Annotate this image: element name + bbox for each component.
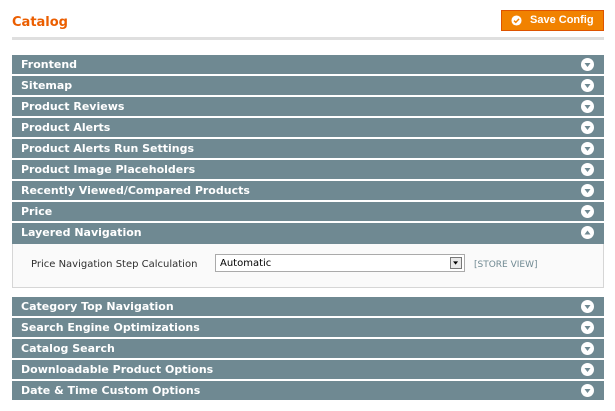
expand-down-icon [581, 184, 594, 197]
section-label: Downloadable Product Options [21, 363, 214, 376]
section-product-alerts[interactable]: Product Alerts [12, 118, 604, 139]
header-divider [12, 37, 604, 40]
section-layered-navigation[interactable]: Layered Navigation [12, 223, 604, 244]
expand-down-icon [581, 142, 594, 155]
expand-down-icon [581, 342, 594, 355]
section-label: Product Reviews [21, 100, 125, 113]
section-price[interactable]: Price [12, 202, 604, 223]
save-config-button[interactable]: Save Config [501, 10, 604, 31]
section-label: Frontend [21, 58, 78, 71]
expand-down-icon [581, 205, 594, 218]
select-value: Automatic [220, 258, 272, 269]
expand-down-icon [581, 321, 594, 334]
expand-down-icon [581, 300, 594, 313]
section-label: Product Alerts [21, 121, 111, 134]
scope-label: [STORE VIEW] [474, 260, 538, 270]
section-label: Search Engine Optimizations [21, 321, 200, 334]
section-search-engine-optimizations[interactable]: Search Engine Optimizations [12, 318, 604, 339]
expand-down-icon [581, 100, 594, 113]
layered-navigation-panel: Price Navigation Step Calculation Automa… [12, 244, 604, 288]
section-catalog-search[interactable]: Catalog Search [12, 339, 604, 360]
price-step-calculation-label: Price Navigation Step Calculation [31, 259, 198, 270]
save-config-label: Save Config [530, 14, 594, 26]
section-label: Recently Viewed/Compared Products [21, 184, 250, 197]
section-recently-viewed-compared-products[interactable]: Recently Viewed/Compared Products [12, 181, 604, 202]
expand-down-icon [581, 121, 594, 134]
section-label: Sitemap [21, 79, 73, 92]
section-label: Catalog Search [21, 342, 115, 355]
collapse-up-icon [581, 226, 594, 239]
expand-down-icon [581, 79, 594, 92]
dropdown-arrow-icon[interactable] [450, 257, 462, 269]
section-frontend[interactable]: Frontend [12, 55, 604, 76]
expand-down-icon [581, 58, 594, 71]
page-title: Catalog [12, 15, 68, 30]
section-label: Date & Time Custom Options [21, 384, 201, 397]
check-circle-icon [511, 15, 522, 26]
section-product-image-placeholders[interactable]: Product Image Placeholders [12, 160, 604, 181]
config-sections: Frontend Sitemap Product Reviews Product… [12, 55, 604, 402]
section-sitemap[interactable]: Sitemap [12, 76, 604, 97]
section-date-time-custom-options[interactable]: Date & Time Custom Options [12, 381, 604, 402]
section-label: Product Image Placeholders [21, 163, 196, 176]
expand-down-icon [581, 384, 594, 397]
section-label: Price [21, 205, 53, 218]
section-product-reviews[interactable]: Product Reviews [12, 97, 604, 118]
section-label: Category Top Navigation [21, 300, 174, 313]
page-header: Catalog Save Config [0, 0, 615, 46]
section-downloadable-product-options[interactable]: Downloadable Product Options [12, 360, 604, 381]
section-product-alerts-run-settings[interactable]: Product Alerts Run Settings [12, 139, 604, 160]
expand-down-icon [581, 163, 594, 176]
section-label: Layered Navigation [21, 226, 142, 239]
price-step-calculation-select[interactable]: Automatic [215, 254, 465, 272]
section-label: Product Alerts Run Settings [21, 142, 195, 155]
section-category-top-navigation[interactable]: Category Top Navigation [12, 297, 604, 318]
expand-down-icon [581, 363, 594, 376]
